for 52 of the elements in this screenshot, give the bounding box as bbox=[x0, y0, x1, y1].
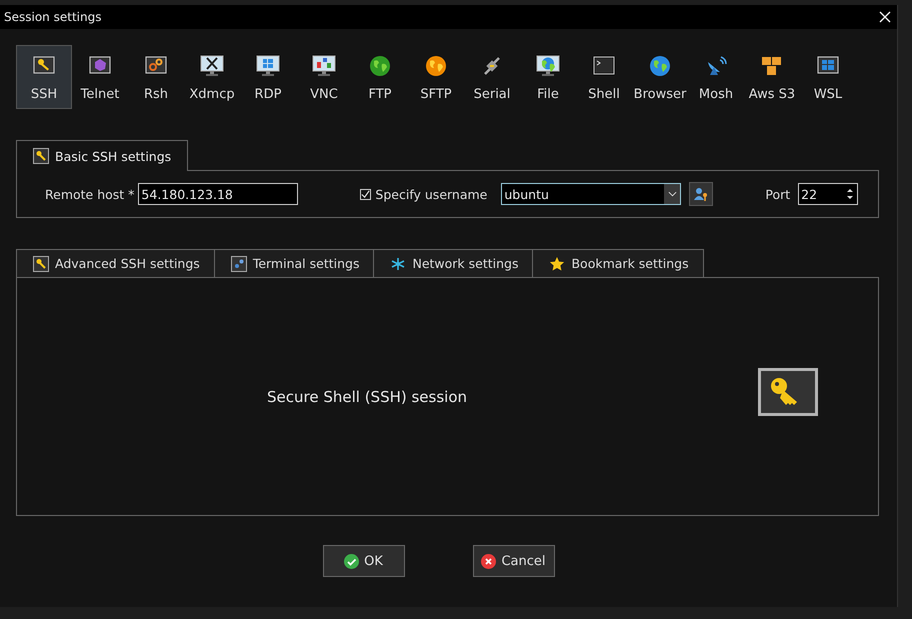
monitor-icon bbox=[535, 54, 561, 78]
user-key-icon bbox=[693, 186, 710, 202]
protocol-button[interactable]: SSH bbox=[16, 45, 72, 109]
protocol-button[interactable]: Aws S3 bbox=[744, 45, 800, 109]
protocol-button[interactable]: FTP bbox=[352, 45, 408, 109]
network-icon bbox=[390, 256, 406, 272]
protocol-button[interactable]: Telnet bbox=[72, 45, 128, 109]
gears-icon bbox=[230, 256, 247, 272]
protocol-button[interactable]: Xdmcp bbox=[184, 45, 240, 109]
ok-button[interactable]: OK bbox=[322, 545, 404, 577]
user-key-button[interactable] bbox=[689, 182, 714, 206]
globe-icon bbox=[423, 54, 449, 78]
remote-host-label: Remote host * bbox=[45, 186, 134, 202]
protocol-button[interactable]: SFTP bbox=[408, 45, 464, 109]
specify-username-label: Specify username bbox=[375, 186, 488, 202]
check-icon bbox=[344, 554, 360, 568]
monitor-icon bbox=[311, 54, 337, 78]
protocol-button[interactable]: File bbox=[520, 45, 576, 109]
protocol-button[interactable]: VNC bbox=[296, 45, 352, 109]
close-icon bbox=[481, 554, 496, 568]
close-icon[interactable] bbox=[879, 11, 891, 23]
key-icon bbox=[33, 148, 49, 164]
port-spinbox[interactable]: 22 bbox=[798, 183, 858, 205]
username-combobox[interactable]: ubuntu bbox=[501, 183, 682, 205]
protocol-button[interactable]: Rsh bbox=[128, 45, 184, 109]
protocol-button[interactable]: WSL bbox=[800, 45, 856, 109]
checkbox[interactable] bbox=[360, 188, 372, 200]
window-title: Session settings bbox=[4, 10, 102, 24]
monitor-icon bbox=[199, 54, 225, 78]
session-description: Secure Shell (SSH) session bbox=[267, 388, 468, 406]
username-value: ubuntu bbox=[504, 186, 549, 202]
protocol-button[interactable]: Browser bbox=[632, 45, 688, 109]
remote-host-field[interactable]: 54.180.123.18 bbox=[138, 183, 298, 205]
settings-tab[interactable]: Terminal settings bbox=[214, 249, 374, 277]
port-label: Port bbox=[765, 186, 790, 202]
settings-tab[interactable]: Network settings bbox=[373, 249, 534, 277]
key-icon bbox=[33, 256, 49, 272]
cancel-button[interactable]: Cancel bbox=[472, 545, 554, 577]
settings-tab[interactable]: Advanced SSH settings bbox=[16, 249, 215, 277]
spin-arrows-icon bbox=[845, 187, 856, 201]
port-value: 22 bbox=[801, 186, 818, 202]
basic-settings-tab[interactable]: Basic SSH settings bbox=[16, 140, 188, 171]
protocol-button[interactable]: Serial bbox=[464, 45, 520, 109]
globe-icon bbox=[647, 54, 673, 78]
monitor-icon bbox=[255, 54, 281, 78]
key-icon bbox=[758, 368, 818, 416]
protocol-button[interactable]: Shell bbox=[576, 45, 632, 109]
star-icon bbox=[549, 256, 566, 272]
globe-icon bbox=[367, 54, 393, 78]
protocol-button[interactable]: RDP bbox=[240, 45, 296, 109]
protocol-button[interactable]: Mosh bbox=[688, 45, 744, 109]
settings-tab[interactable]: Bookmark settings bbox=[532, 249, 704, 277]
